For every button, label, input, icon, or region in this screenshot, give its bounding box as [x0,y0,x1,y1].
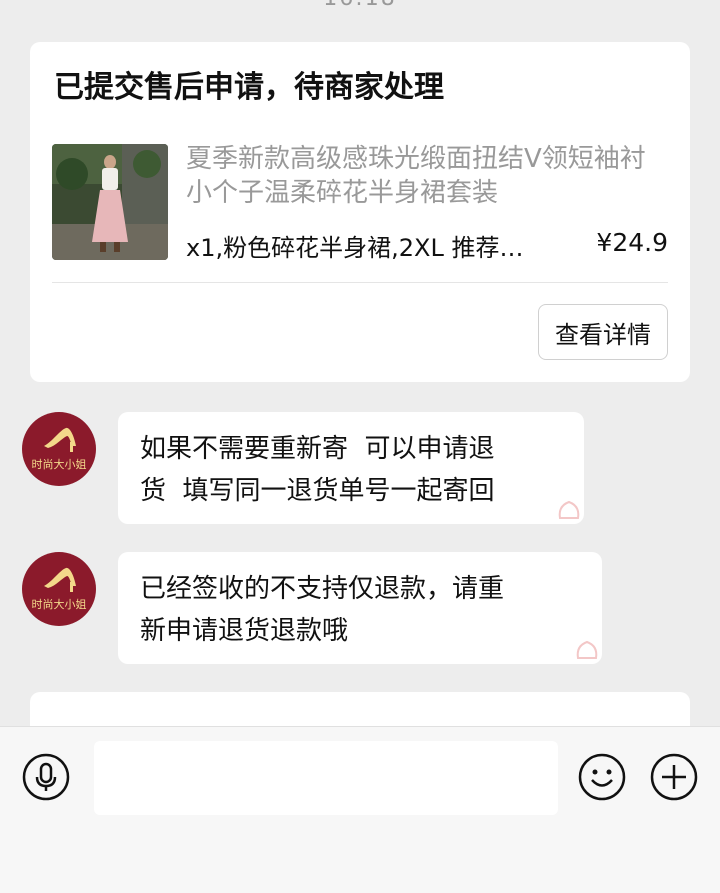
message-bubble[interactable]: 如果不需要重新寄 可以申请退 货 填写同一退货单号一起寄回 [118,412,584,524]
emoji-button[interactable] [578,753,626,801]
high-heel-logo-icon [44,427,76,452]
after-sale-order-card[interactable]: 已提交售后申请，待商家处理 夏季新款高级感珠光缎面扭结V领短袖衬小个子温柔碎花半… [30,42,690,382]
divider [52,282,668,283]
merchant-avatar[interactable]: 时尚大小姐 [22,552,96,626]
message-text: 已经签收的不支持仅退款，请重 新申请退货退款哦 [140,574,505,646]
view-details-button[interactable]: 查看详情 [538,304,668,360]
merchant-avatar[interactable]: 时尚大小姐 [22,412,96,486]
product-spec: x1,粉色碎花半身裙,2XL 推荐… [186,234,524,262]
card-title: 已提交售后申请，待商家处理 [54,70,444,105]
microphone-icon [22,753,70,801]
plus-icon [650,753,698,801]
message-input[interactable] [94,741,558,815]
product-name[interactable]: 夏季新款高级感珠光缎面扭结V领短袖衬小个子温柔碎花半身裙套装 [186,142,666,210]
product-photo [52,144,168,260]
more-actions-button[interactable] [650,753,698,801]
pinduoduo-mark-icon [576,640,598,659]
high-heel-logo-icon [44,567,76,592]
status-time: 16:18 [0,0,720,11]
shop-name: 时尚大小姐 [31,598,87,611]
shop-name: 时尚大小姐 [31,458,87,471]
product-thumbnail[interactable] [52,144,168,260]
emoji-icon [578,753,626,801]
input-bar [0,726,720,893]
message-bubble[interactable]: 已经签收的不支持仅退款，请重 新申请退货退款哦 [118,552,602,664]
voice-input-button[interactable] [22,753,70,801]
product-price: ¥24.9 [596,228,668,257]
message-text: 如果不需要重新寄 可以申请退 货 填写同一退货单号一起寄回 [140,434,495,506]
pinduoduo-mark-icon [558,500,580,519]
